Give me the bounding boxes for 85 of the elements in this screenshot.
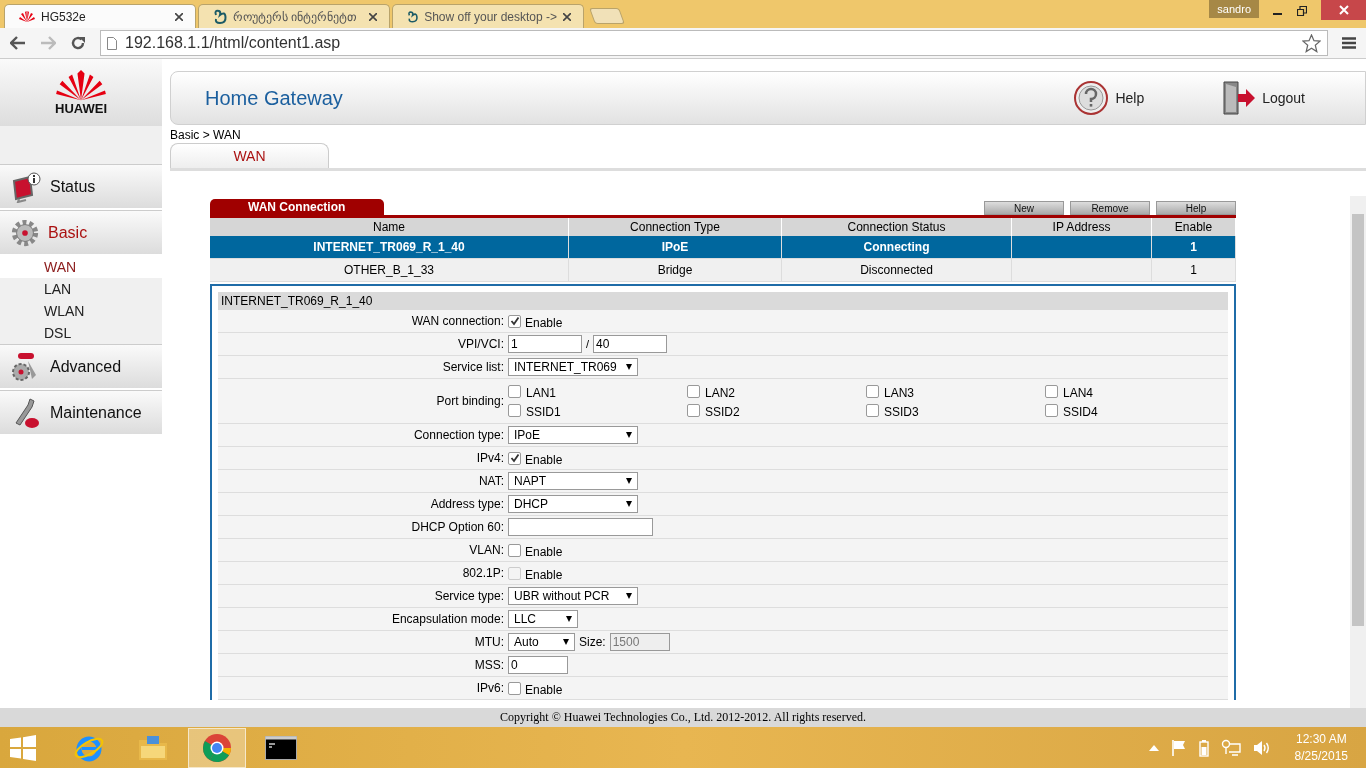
field-label: IPv6: — [475, 681, 505, 695]
tab-title: HG532e — [41, 9, 87, 24]
dropdown[interactable]: UBR without PCR — [508, 587, 638, 605]
field-label: DHCP Option 60: — [410, 520, 505, 534]
dropdown[interactable]: LLC — [508, 610, 578, 628]
column-header: IP Address — [1011, 218, 1152, 236]
browser-tab[interactable]: როუტერს ინტერნეტთ — [198, 4, 390, 28]
checkbox-label: LAN2 — [705, 386, 736, 400]
sidebar-item[interactable]: Basic — [0, 210, 162, 254]
field-label: Port binding: — [435, 394, 505, 408]
page-title: Home Gateway — [205, 86, 344, 110]
field-label: Address type: — [429, 497, 505, 511]
checkbox-label: Enable — [525, 452, 563, 467]
copyright-text: Copyright © Huawei Technologies Co., Ltd. 2012-2012. All rights reserved. — [0, 708, 1366, 727]
text-field[interactable]: 0 — [508, 656, 568, 674]
toolbar-button[interactable]: Help — [1156, 201, 1236, 215]
tab-title: როუტერს ინტერნეტთ — [233, 9, 359, 24]
dropdown[interactable]: NAPT — [508, 472, 638, 490]
table-cell: 1 — [1190, 263, 1197, 277]
table-row[interactable]: OTHER_B_1_33 Bridge Disconnected 1 — [210, 258, 1236, 282]
toolbar-button[interactable]: New — [984, 201, 1064, 215]
breadcrumb: Basic > WAN — [170, 127, 242, 143]
checkbox-label: Enable — [525, 544, 563, 559]
checkbox-label: SSID2 — [705, 405, 740, 419]
size-field[interactable]: 1500 — [609, 633, 670, 651]
checkbox-label: Enable — [525, 567, 563, 582]
table-cell: INTERNET_TR069_R_1_40 — [313, 240, 465, 254]
help-link[interactable]: Help — [1073, 80, 1145, 116]
separator-text: / — [586, 338, 590, 350]
browser-tab[interactable]: HG532e — [4, 4, 196, 28]
field-label: IPv4: — [475, 451, 505, 465]
browser-tab[interactable]: Show off your desktop -> — [392, 4, 584, 28]
field-label: Encapsulation mode: — [390, 612, 505, 626]
sidebar-subitem[interactable]: LAN — [0, 278, 162, 300]
page-tab[interactable]: WAN — [170, 143, 329, 168]
tab-title: Show off your desktop -> — [424, 9, 557, 24]
table-cell: 1 — [1190, 240, 1197, 254]
checkbox-label: SSID3 — [884, 405, 919, 419]
dropdown[interactable]: INTERNET_TR069 — [508, 358, 638, 376]
checkbox-label: LAN3 — [884, 386, 915, 400]
sidebar-subitem[interactable]: WLAN — [0, 300, 162, 322]
field-label: MTU: — [473, 635, 505, 649]
address-bar[interactable]: 192.168.1.1/html/content1.asp — [100, 30, 1328, 56]
column-header: Enable — [1151, 218, 1236, 236]
sidebar-item[interactable]: Maintenance — [0, 390, 162, 434]
checkbox-label: LAN1 — [526, 386, 557, 400]
clock-date: 8/25/2015 — [1294, 747, 1348, 765]
form-title: INTERNET_TR069_R_1_40 — [218, 292, 1228, 310]
table-cell: OTHER_B_1_33 — [343, 263, 434, 277]
dropdown[interactable]: Auto — [508, 633, 575, 651]
logout-link[interactable]: Logout — [1220, 80, 1305, 116]
field-label: NAT: — [477, 474, 505, 488]
column-header: Name — [210, 218, 569, 236]
table-cell: Bridge — [657, 263, 693, 277]
table-cell: IPoE — [661, 240, 689, 254]
field-label: Connection type: — [412, 428, 505, 442]
checkbox-label: LAN4 — [1063, 386, 1094, 400]
column-header: Connection Type — [568, 218, 782, 236]
checkbox-label: Enable — [525, 682, 563, 697]
field-label: Service list: — [441, 360, 505, 374]
field-label: VLAN: — [468, 543, 505, 557]
field-label: WAN connection: — [410, 314, 505, 328]
toolbar-button[interactable]: Remove — [1070, 201, 1150, 215]
table-cell: Disconnected — [860, 263, 933, 277]
dropdown[interactable]: IPoE — [508, 426, 638, 444]
vci-field[interactable]: 40 — [593, 335, 668, 353]
field-label: MSS: — [473, 658, 505, 672]
checkbox-label: Enable — [525, 315, 563, 330]
url-text: 192.168.1.1/html/content1.asp — [125, 34, 342, 52]
size-label: Size: — [579, 635, 606, 649]
sidebar-item[interactable]: Status — [0, 164, 162, 208]
sidebar-item[interactable]: Advanced — [0, 344, 162, 388]
field-label: VPI/VCI: — [457, 337, 505, 351]
field-label: 802.1P: — [461, 566, 505, 580]
logo-text: HUAWEI — [55, 102, 107, 115]
column-header: Connection Status — [781, 218, 1012, 236]
dropdown[interactable]: DHCP — [508, 495, 638, 513]
clock-time: 12:30 AM — [1295, 730, 1347, 748]
table-row[interactable]: INTERNET_TR069_R_1_40 IPoE Connecting 1 — [210, 236, 1236, 259]
vpi-field[interactable]: 1 — [508, 335, 582, 353]
checkbox-label: SSID4 — [1063, 405, 1098, 419]
field-label: Service type: — [433, 589, 505, 603]
sidebar-subitem[interactable]: DSL — [0, 322, 162, 344]
checkbox-label: SSID1 — [526, 405, 561, 419]
table-cell: Connecting — [863, 240, 930, 254]
